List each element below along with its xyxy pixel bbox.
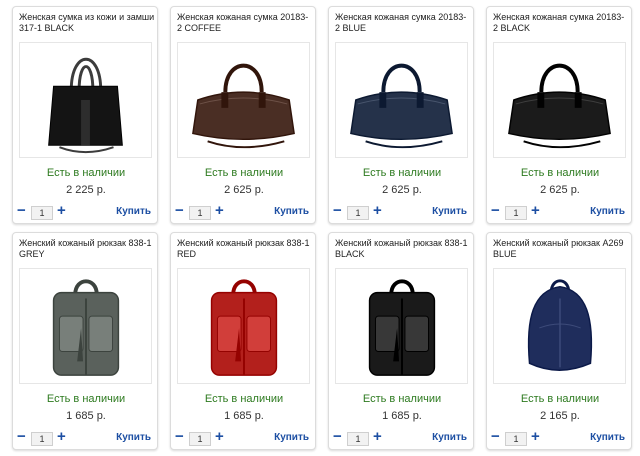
backpack-icon xyxy=(368,279,436,376)
plus-icon[interactable]: + xyxy=(57,429,66,445)
quantity-stepper: − 1 + Купить xyxy=(175,429,313,447)
product-image[interactable] xyxy=(493,268,626,384)
buy-button[interactable]: Купить xyxy=(116,206,151,217)
minus-icon[interactable]: − xyxy=(17,429,26,445)
quantity-input[interactable]: 1 xyxy=(347,432,369,446)
stock-status: Есть в наличии xyxy=(204,393,284,405)
quantity-stepper: − 1 + Купить xyxy=(333,203,471,221)
product-price: 1 685 р. xyxy=(224,410,264,422)
minus-icon[interactable]: − xyxy=(333,429,342,445)
product-price: 1 685 р. xyxy=(382,410,422,422)
stock-status: Есть в наличии xyxy=(46,393,126,405)
product-price: 2 225 р. xyxy=(66,184,106,196)
quantity-stepper: − 1 + Купить xyxy=(17,203,155,221)
product-image[interactable] xyxy=(19,268,152,384)
handbag-icon xyxy=(508,63,611,149)
product-title[interactable]: Женская сумка из кожи и замши 317-1 BLAC… xyxy=(19,12,155,34)
quantity-input[interactable]: 1 xyxy=(31,432,53,446)
product-image[interactable] xyxy=(493,42,626,158)
plus-icon[interactable]: + xyxy=(215,203,224,219)
product-card[interactable]: Женский кожаный рюкзак 838-1 RED Есть в … xyxy=(170,232,316,450)
product-title[interactable]: Женская кожаная сумка 20183-2 BLUE xyxy=(335,12,471,34)
product-image[interactable] xyxy=(335,42,468,158)
buy-button[interactable]: Купить xyxy=(432,206,467,217)
buy-button[interactable]: Купить xyxy=(274,206,309,217)
product-price: 2 625 р. xyxy=(382,184,422,196)
plus-icon[interactable]: + xyxy=(531,203,540,219)
product-image[interactable] xyxy=(19,42,152,158)
handbag-icon xyxy=(350,63,453,149)
product-card[interactable]: Женский кожаный рюкзак A269 BLUE Есть в … xyxy=(486,232,632,450)
plus-icon[interactable]: + xyxy=(215,429,224,445)
product-price: 2 625 р. xyxy=(224,184,264,196)
stock-status: Есть в наличии xyxy=(362,393,442,405)
plus-icon[interactable]: + xyxy=(57,203,66,219)
buy-button[interactable]: Купить xyxy=(274,432,309,443)
minus-icon[interactable]: − xyxy=(333,203,342,219)
product-title[interactable]: Женский кожаный рюкзак 838-1 RED xyxy=(177,238,313,260)
product-card[interactable]: Женская кожаная сумка 20183-2 COFFEE Ест… xyxy=(170,6,316,224)
stock-status: Есть в наличии xyxy=(520,393,600,405)
buy-button[interactable]: Купить xyxy=(590,432,625,443)
handbag-icon xyxy=(48,57,123,154)
stock-status: Есть в наличии xyxy=(204,167,284,179)
quantity-input[interactable]: 1 xyxy=(189,206,211,220)
product-image[interactable] xyxy=(177,42,310,158)
buy-button[interactable]: Купить xyxy=(432,432,467,443)
minus-icon[interactable]: − xyxy=(491,203,500,219)
product-price: 1 685 р. xyxy=(66,410,106,422)
buy-button[interactable]: Купить xyxy=(116,432,151,443)
minus-icon[interactable]: − xyxy=(175,203,184,219)
product-title[interactable]: Женский кожаный рюкзак 838-1 BLACK xyxy=(335,238,471,260)
stock-status: Есть в наличии xyxy=(46,167,126,179)
product-card[interactable]: Женский кожаный рюкзак 838-1 BLACK Есть … xyxy=(328,232,474,450)
backpack-icon xyxy=(52,279,120,376)
product-grid: Женская сумка из кожи и замши 317-1 BLAC… xyxy=(12,6,640,456)
stock-status: Есть в наличии xyxy=(362,167,442,179)
quantity-input[interactable]: 1 xyxy=(189,432,211,446)
quantity-stepper: − 1 + Купить xyxy=(175,203,313,221)
minus-icon[interactable]: − xyxy=(175,429,184,445)
product-image[interactable] xyxy=(335,268,468,384)
quantity-input[interactable]: 1 xyxy=(347,206,369,220)
product-price: 2 625 р. xyxy=(540,184,580,196)
backpack-icon xyxy=(210,279,278,376)
product-card[interactable]: Женская сумка из кожи и замши 317-1 BLAC… xyxy=(12,6,158,224)
product-image[interactable] xyxy=(177,268,310,384)
quantity-input[interactable]: 1 xyxy=(505,206,527,220)
minus-icon[interactable]: − xyxy=(491,429,500,445)
quantity-stepper: − 1 + Купить xyxy=(17,429,155,447)
product-title[interactable]: Женская кожаная сумка 20183-2 BLACK xyxy=(493,12,629,34)
product-title[interactable]: Женский кожаный рюкзак 838-1 GREY xyxy=(19,238,155,260)
quantity-stepper: − 1 + Купить xyxy=(491,429,629,447)
quantity-stepper: − 1 + Купить xyxy=(491,203,629,221)
backpack-icon xyxy=(527,279,593,371)
plus-icon[interactable]: + xyxy=(373,203,382,219)
quantity-input[interactable]: 1 xyxy=(505,432,527,446)
stock-status: Есть в наличии xyxy=(520,167,600,179)
product-card[interactable]: Женский кожаный рюкзак 838-1 GREY Есть в… xyxy=(12,232,158,450)
product-title[interactable]: Женская кожаная сумка 20183-2 COFFEE xyxy=(177,12,313,34)
buy-button[interactable]: Купить xyxy=(590,206,625,217)
product-title[interactable]: Женский кожаный рюкзак A269 BLUE xyxy=(493,238,629,260)
minus-icon[interactable]: − xyxy=(17,203,26,219)
product-card[interactable]: Женская кожаная сумка 20183-2 BLUE Есть … xyxy=(328,6,474,224)
product-card[interactable]: Женская кожаная сумка 20183-2 BLACK Есть… xyxy=(486,6,632,224)
product-price: 2 165 р. xyxy=(540,410,580,422)
handbag-icon xyxy=(192,63,295,149)
quantity-input[interactable]: 1 xyxy=(31,206,53,220)
plus-icon[interactable]: + xyxy=(373,429,382,445)
plus-icon[interactable]: + xyxy=(531,429,540,445)
quantity-stepper: − 1 + Купить xyxy=(333,429,471,447)
